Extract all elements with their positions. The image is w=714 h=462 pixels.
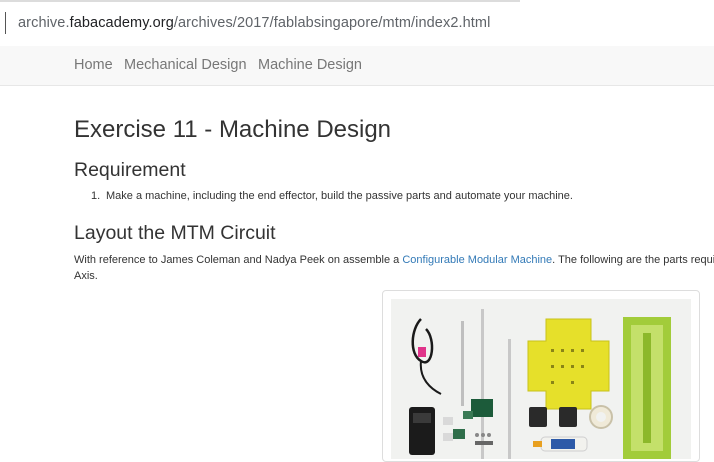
power-supply — [409, 407, 435, 455]
url-text[interactable]: archive.fabacademy.org/archives/2017/fab… — [18, 15, 490, 31]
site-navbar: Home Mechanical Design Machine Design — [0, 46, 714, 86]
paragraph-text: With reference to James Coleman and Nady… — [74, 254, 403, 266]
label-tag — [443, 433, 453, 441]
mtm-parts-image[interactable] — [382, 290, 700, 462]
list-text: Make a machine, including the end effect… — [106, 190, 573, 202]
label-tag — [443, 417, 453, 425]
requirement-list-item: 1. Make a machine, including the end effe… — [91, 190, 573, 202]
glue-bottle — [533, 436, 588, 452]
list-number: 1. — [91, 190, 101, 202]
text-cursor — [5, 12, 6, 34]
browser-address-bar[interactable]: archive.fabacademy.org/archives/2017/fab… — [0, 0, 714, 46]
configurable-modular-machine-link[interactable]: Configurable Modular Machine — [402, 254, 552, 266]
tab-strip-edge — [0, 0, 520, 2]
requirement-heading: Requirement — [74, 159, 186, 181]
page-title: Exercise 11 - Machine Design — [74, 116, 392, 143]
layout-heading: Layout the MTM Circuit — [74, 222, 276, 244]
paragraph-text-line2: Axis. — [74, 270, 98, 282]
nav-machine-design-link[interactable]: Machine Design — [258, 57, 362, 73]
green-enclosure — [623, 317, 671, 459]
paragraph-text-continued: . The following are the parts required — [552, 254, 714, 266]
stepper-motor — [529, 407, 547, 427]
stepper-motor — [559, 407, 577, 427]
nav-mechanical-design-link[interactable]: Mechanical Design — [124, 57, 247, 73]
mtm-parts-photo — [391, 299, 691, 459]
tape-roll-core — [596, 412, 606, 422]
intro-paragraph: With reference to James Coleman and Nady… — [74, 252, 714, 284]
nav-home-link[interactable]: Home — [74, 57, 113, 73]
